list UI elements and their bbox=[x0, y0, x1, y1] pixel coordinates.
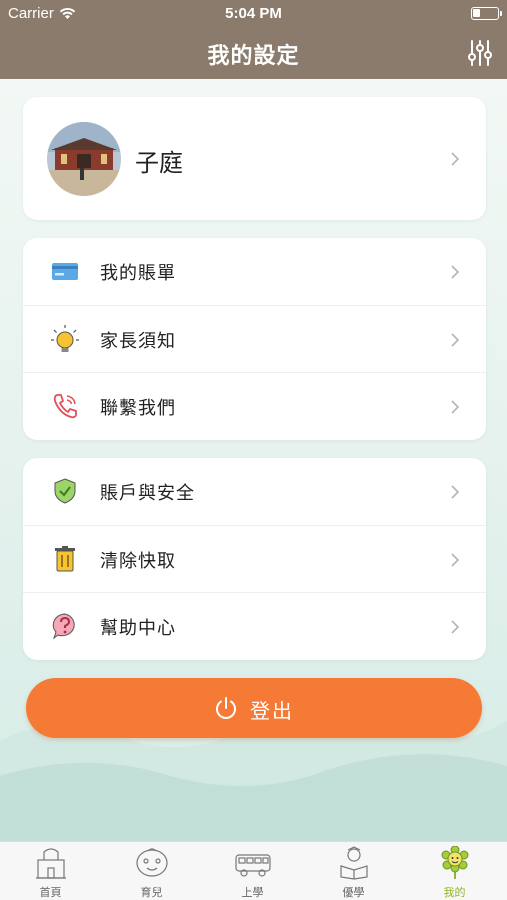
tab-label: 上學 bbox=[241, 886, 264, 899]
tab-bar: 首頁 育兒 上學 優學 我的 bbox=[0, 841, 507, 900]
avatar bbox=[47, 122, 121, 196]
menu-item-label: 幫助中心 bbox=[100, 618, 176, 639]
menu-item-my-bills[interactable]: 我的賬單 bbox=[23, 238, 486, 305]
settings-content: 子庭 我的賬單 家長須知 聯繫我們 賬戶與安全 清除快取 幫助中心 登出 bbox=[0, 79, 507, 841]
tab-learning[interactable]: 優學 bbox=[303, 842, 404, 900]
chevron-right-icon bbox=[451, 333, 460, 347]
chevron-right-icon bbox=[451, 485, 460, 499]
menu-item-clear-cache[interactable]: 清除快取 bbox=[23, 525, 486, 592]
trash-icon bbox=[55, 546, 75, 572]
tab-label: 優學 bbox=[342, 886, 365, 899]
avatar-photo bbox=[47, 122, 121, 196]
chevron-right-icon bbox=[451, 152, 460, 166]
logout-button[interactable]: 登出 bbox=[26, 678, 482, 738]
nav-bar: 我的設定 bbox=[0, 28, 507, 79]
tab-home[interactable]: 首頁 bbox=[0, 842, 101, 900]
chevron-right-icon bbox=[451, 620, 460, 634]
menu-group-system: 賬戶與安全 清除快取 幫助中心 bbox=[23, 458, 486, 660]
profile-name: 子庭 bbox=[135, 149, 183, 177]
menu-item-account-security[interactable]: 賬戶與安全 bbox=[23, 458, 486, 525]
school-bus-icon bbox=[235, 854, 271, 877]
battery-icon bbox=[471, 7, 502, 20]
menu-item-help-center[interactable]: 幫助中心 bbox=[23, 592, 486, 659]
question-bubble-icon bbox=[52, 613, 75, 640]
menu-item-contact-us[interactable]: 聯繫我們 bbox=[23, 372, 486, 439]
reading-child-icon bbox=[340, 846, 368, 880]
menu-item-label: 賬戶與安全 bbox=[100, 483, 195, 504]
baby-face-icon bbox=[136, 848, 168, 877]
menu-group-account: 我的賬單 家長須知 聯繫我們 bbox=[23, 238, 486, 440]
logout-label: 登出 bbox=[250, 699, 294, 723]
profile-card[interactable]: 子庭 bbox=[23, 97, 486, 220]
menu-item-label: 我的賬單 bbox=[100, 263, 176, 284]
shield-check-icon bbox=[54, 478, 76, 504]
chevron-right-icon bbox=[451, 400, 460, 414]
menu-item-label: 聯繫我們 bbox=[100, 398, 176, 419]
page-title: 我的設定 bbox=[207, 44, 300, 69]
lightbulb-icon bbox=[51, 325, 79, 352]
chevron-right-icon bbox=[451, 265, 460, 279]
menu-item-label: 家長須知 bbox=[100, 331, 176, 352]
status-time: 5:04 PM bbox=[225, 5, 282, 22]
home-building-icon bbox=[36, 848, 66, 879]
tab-mine[interactable]: 我的 bbox=[404, 842, 505, 900]
tab-label: 育兒 bbox=[140, 886, 163, 899]
chevron-right-icon bbox=[451, 553, 460, 567]
power-icon bbox=[216, 697, 236, 719]
tab-school[interactable]: 上學 bbox=[202, 842, 303, 900]
tab-parenting[interactable]: 育兒 bbox=[101, 842, 202, 900]
sliders-icon[interactable] bbox=[465, 38, 495, 68]
tab-label: 首頁 bbox=[39, 886, 62, 899]
menu-item-parent-notice[interactable]: 家長須知 bbox=[23, 305, 486, 372]
credit-card-icon bbox=[52, 263, 78, 280]
flower-person-icon bbox=[441, 846, 469, 879]
menu-item-label: 清除快取 bbox=[100, 551, 176, 572]
status-bar: Carrier 5:04 PM bbox=[0, 0, 507, 28]
tab-label: 我的 bbox=[443, 886, 466, 899]
phone-icon bbox=[53, 394, 77, 419]
